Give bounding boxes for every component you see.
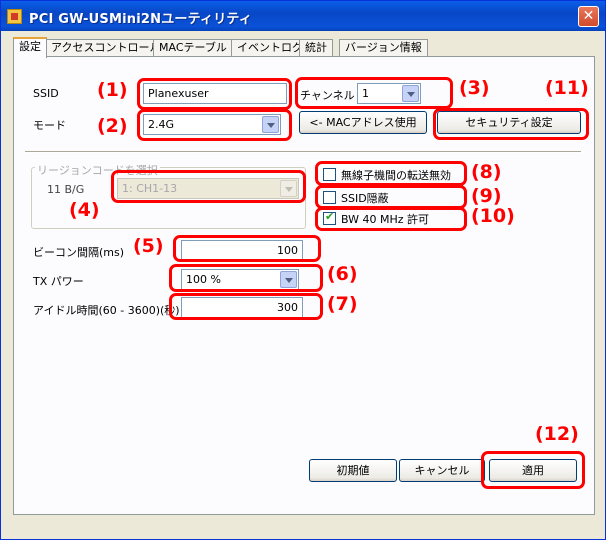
region-band-label: 11 B/G	[47, 183, 85, 196]
beacon-input[interactable]: 100	[181, 240, 303, 261]
annotation-label-11: (11)	[545, 77, 589, 99]
apply-button[interactable]: 適用	[489, 459, 577, 482]
beacon-label: ビーコン間隔(ms)	[33, 246, 125, 259]
channel-select[interactable]: 1	[357, 83, 421, 104]
bw40-checkbox[interactable]	[323, 210, 336, 225]
window-title: PCI GW-USMini2Nユーティリティ	[29, 12, 253, 27]
annotation-label-12: (12)	[535, 423, 579, 445]
tab-event-log[interactable]: イベントログ	[231, 39, 309, 57]
chevron-down-icon[interactable]	[280, 271, 297, 288]
close-button[interactable]: ✕	[578, 6, 599, 27]
cancel-button[interactable]: キャンセル	[399, 459, 485, 482]
region-legend: リージョンコードを選択	[35, 162, 160, 178]
use-mac-address-button[interactable]: <- MACアドレス使用	[299, 111, 427, 134]
annotation-label-2: (2)	[97, 115, 128, 137]
mode-label: モード	[33, 119, 66, 132]
divider	[25, 151, 581, 153]
title-bar[interactable]: PCI GW-USMini2Nユーティリティ ✕	[1, 1, 605, 31]
ssid-label: SSID	[33, 87, 59, 100]
annotation-label-3: (3)	[459, 77, 490, 99]
utility-window: PCI GW-USMini2Nユーティリティ ✕ 設定 アクセスコントロール M…	[0, 0, 606, 540]
mode-value: 2.4G	[148, 118, 175, 131]
tx-power-label: TX パワー	[33, 275, 84, 288]
annotation-label-4: (4)	[69, 199, 100, 221]
tab-settings[interactable]: 設定	[13, 37, 47, 58]
chevron-down-icon[interactable]	[402, 85, 419, 102]
hide-ssid-checkbox[interactable]	[323, 191, 336, 204]
annotation-label-10: (10)	[471, 205, 515, 227]
idle-time-label: アイドル時間(60 - 3600)(秒)	[33, 304, 180, 317]
mode-select[interactable]: 2.4G	[143, 114, 281, 135]
annotation-label-8: (8)	[471, 161, 502, 183]
annotation-label-5: (5)	[133, 235, 164, 257]
region-value: 1: CH1-13	[122, 182, 178, 195]
tx-power-select[interactable]: 100 %	[181, 269, 299, 290]
tx-power-value: 100 %	[186, 273, 221, 286]
region-select: 1: CH1-13	[117, 178, 299, 199]
channel-value: 1	[362, 87, 369, 100]
bw40-label: BW 40 MHz 許可	[341, 213, 430, 226]
tab-version-info[interactable]: バージョン情報	[339, 39, 428, 57]
channel-label: チャンネル	[300, 89, 355, 102]
annotation-label-9: (9)	[471, 185, 502, 207]
chevron-down-icon	[280, 180, 297, 197]
tab-mac-table[interactable]: MACテーブル	[153, 39, 233, 57]
idle-time-input[interactable]: 300	[181, 297, 303, 318]
tab-statistics[interactable]: 統計	[299, 39, 333, 57]
tab-access-control[interactable]: アクセスコントロール	[45, 39, 167, 57]
annotation-label-7: (7)	[327, 293, 358, 315]
security-settings-button[interactable]: セキュリティ設定	[437, 111, 581, 134]
annotation-label-1: (1)	[97, 79, 128, 101]
chevron-down-icon[interactable]	[262, 116, 279, 133]
defaults-button[interactable]: 初期値	[309, 459, 397, 482]
annotation-label-6: (6)	[327, 263, 358, 285]
ssid-input[interactable]: Planexuser	[143, 83, 287, 104]
no-forward-checkbox[interactable]	[323, 168, 336, 181]
app-icon	[7, 9, 22, 24]
hide-ssid-label: SSID隠蔽	[341, 192, 389, 205]
no-forward-label: 無線子機間の転送無効	[341, 169, 451, 182]
